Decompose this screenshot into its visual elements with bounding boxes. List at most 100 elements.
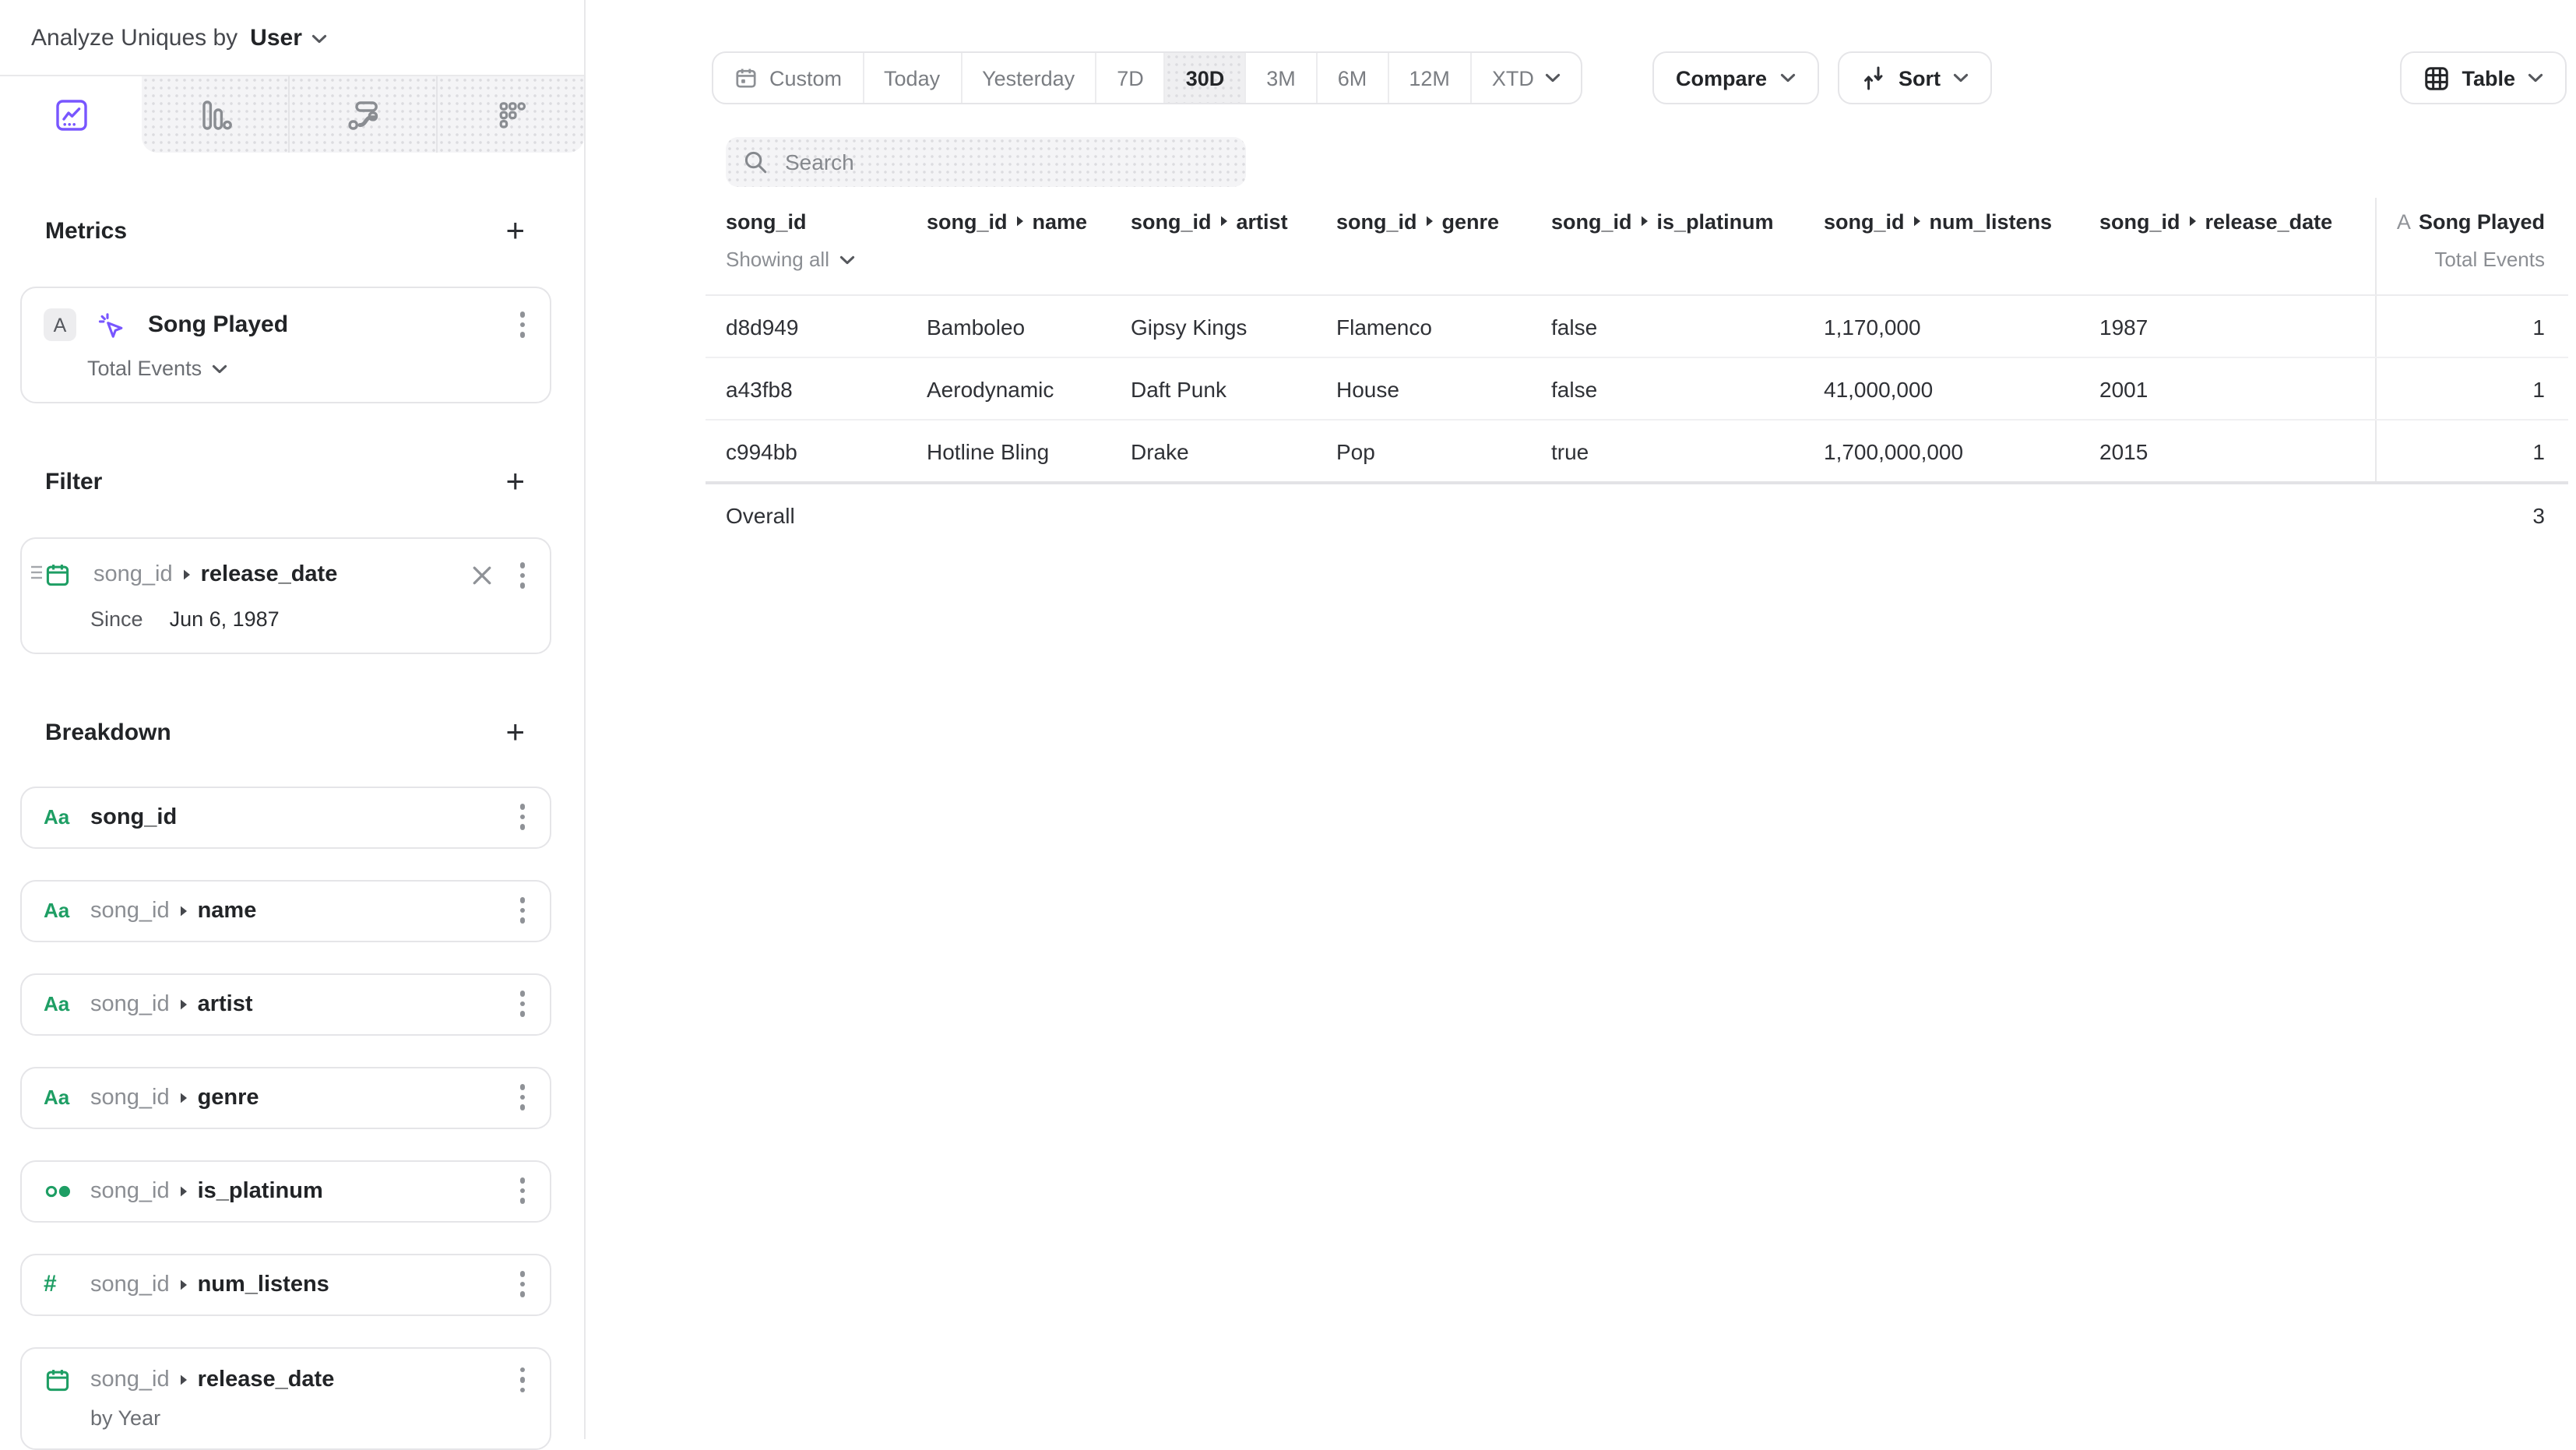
breakdown-item-name[interactable]: Aa song_id name xyxy=(20,879,551,941)
metric-aggregation-selector[interactable]: Total Events xyxy=(87,357,528,380)
cell-num-listens: 1,700,000,000 xyxy=(1824,438,2099,463)
text-property-icon: Aa xyxy=(44,992,78,1015)
column-header-genre[interactable]: song_id genre xyxy=(1336,198,1551,294)
breakdown-child-label: name xyxy=(198,898,257,923)
tab-metrics-view[interactable] xyxy=(436,76,584,153)
cell-is-platinum: false xyxy=(1551,314,1824,339)
column-header-label: song_id xyxy=(726,210,927,234)
cell-song-id: c994bb xyxy=(706,438,927,463)
breakdown-item-is-platinum[interactable]: song_id is_platinum xyxy=(20,1160,551,1222)
entity-selector[interactable]: User xyxy=(250,25,327,51)
filter-section-header: Filter + xyxy=(45,466,525,498)
filter-value-selector[interactable]: Jun 6, 1987 xyxy=(170,607,280,630)
column-header-metric[interactable]: ASong Played Total Events xyxy=(2375,198,2568,294)
breakdown-parent-label: song_id xyxy=(90,1367,170,1392)
compare-button[interactable]: Compare xyxy=(1652,51,1818,104)
metric-event-name[interactable]: Song Played xyxy=(148,311,288,338)
filter-card[interactable]: song_id release_date Since Jun 6, 1987 xyxy=(20,537,551,653)
breakdown-more-options-button[interactable] xyxy=(516,895,528,927)
view-selector-button[interactable]: Table xyxy=(2399,51,2567,104)
add-filter-button[interactable]: + xyxy=(505,466,525,498)
line-chart-icon xyxy=(54,97,88,132)
calendar-icon xyxy=(734,65,758,90)
tab-bar-chart[interactable] xyxy=(142,76,288,153)
add-breakdown-button[interactable]: + xyxy=(505,716,525,748)
breakdown-item-artist[interactable]: Aa song_id artist xyxy=(20,973,551,1035)
view-selector-label: Table xyxy=(2462,66,2515,90)
date-range-today[interactable]: Today xyxy=(862,53,960,103)
column-header-artist[interactable]: song_id artist xyxy=(1131,198,1336,294)
column-header-song-id[interactable]: song_id Showing all xyxy=(706,198,927,294)
tab-flow-chart[interactable] xyxy=(288,76,436,153)
drag-handle-icon[interactable] xyxy=(30,562,44,582)
breakdown-more-options-button[interactable] xyxy=(516,1082,528,1114)
compare-button-label: Compare xyxy=(1676,66,1767,90)
breakdown-property-label: song_id xyxy=(90,804,177,829)
arrow-right-icon xyxy=(179,904,188,917)
sort-button[interactable]: Sort xyxy=(1838,51,1992,104)
search-input[interactable] xyxy=(782,148,1229,176)
arrow-right-icon xyxy=(1219,215,1229,227)
breakdown-more-options-button[interactable] xyxy=(516,988,528,1020)
metrics-title: Metrics xyxy=(45,218,127,245)
remove-filter-button[interactable] xyxy=(468,562,494,589)
breakdown-more-options-button[interactable] xyxy=(516,1364,528,1395)
breakdown-parent-label: song_id xyxy=(90,1272,170,1297)
date-range-xtd[interactable]: XTD xyxy=(1470,53,1581,103)
table-row: d8d949 Bamboleo Gipsy Kings Flamenco fal… xyxy=(706,296,2568,357)
date-range-label: 12M xyxy=(1409,66,1450,90)
metrics-section-header: Metrics + xyxy=(45,215,525,248)
cell-artist: Drake xyxy=(1131,438,1336,463)
table-header-row: song_id Showing all song_id name song_id… xyxy=(706,198,2568,296)
breakdown-item-song-id[interactable]: Aa song_id xyxy=(20,786,551,848)
breakdown-more-options-button[interactable] xyxy=(516,801,528,833)
date-range-label: 3M xyxy=(1266,66,1296,90)
number-property-icon: # xyxy=(44,1271,78,1297)
metric-card[interactable]: A Song Played Total Events xyxy=(20,287,551,403)
breakdown-bucket-label[interactable]: by Year xyxy=(90,1406,528,1430)
showing-all-filter[interactable]: Showing all xyxy=(726,248,927,271)
date-range-label: 30D xyxy=(1186,66,1225,90)
breakdown-more-options-button[interactable] xyxy=(516,1269,528,1300)
column-header-name[interactable]: song_id name xyxy=(927,198,1131,294)
breakdown-more-options-button[interactable] xyxy=(516,1175,528,1207)
metric-column-label: Song Played xyxy=(2419,210,2545,234)
metric-more-options-button[interactable] xyxy=(516,309,528,341)
breakdown-item-release-date[interactable]: song_id release_date by Year xyxy=(20,1346,551,1450)
date-range-6m[interactable]: 6M xyxy=(1316,53,1388,103)
cell-name: Bamboleo xyxy=(927,314,1131,339)
chevron-down-icon xyxy=(1779,73,1795,83)
filter-operator-selector[interactable]: Since xyxy=(90,607,143,630)
cell-num-listens: 1,170,000 xyxy=(1824,314,2099,339)
query-builder-sidebar: Analyze Uniques by User xyxy=(0,0,586,1439)
breakdown-item-num-listens[interactable]: # song_id num_listens xyxy=(20,1253,551,1315)
column-header-release-date[interactable]: song_id release_date xyxy=(2099,198,2375,294)
table-overall-row: Overall 3 xyxy=(706,481,2568,545)
date-range-30d[interactable]: 30D xyxy=(1164,53,1245,103)
results-table: song_id Showing all song_id name song_id… xyxy=(706,198,2568,545)
date-range-custom[interactable]: Custom xyxy=(713,53,862,103)
arrow-right-icon xyxy=(182,569,192,582)
column-header-num-listens[interactable]: song_id num_listens xyxy=(1824,198,2099,294)
filter-more-options-button[interactable] xyxy=(516,559,528,591)
date-range-label: Custom xyxy=(769,66,842,90)
close-icon xyxy=(471,565,491,586)
breakdown-parent-label: song_id xyxy=(90,1178,170,1203)
analysis-type-label: Analyze Uniques by xyxy=(31,25,238,51)
column-header-is-platinum[interactable]: song_id is_platinum xyxy=(1551,198,1824,294)
chart-type-tabs xyxy=(0,75,584,153)
date-range-3m[interactable]: 3M xyxy=(1244,53,1316,103)
date-range-label: Yesterday xyxy=(982,66,1075,90)
breakdown-child-label: genre xyxy=(198,1085,259,1110)
date-property-icon xyxy=(44,561,78,590)
date-range-yesterday[interactable]: Yesterday xyxy=(960,53,1095,103)
table-row: c994bb Hotline Bling Drake Pop true 1,70… xyxy=(706,419,2568,481)
date-range-12m[interactable]: 12M xyxy=(1387,53,1470,103)
date-range-7d[interactable]: 7D xyxy=(1095,53,1164,103)
cell-metric-value: 1 xyxy=(2375,421,2568,481)
tab-line-chart[interactable] xyxy=(0,76,142,153)
breakdown-item-genre[interactable]: Aa song_id genre xyxy=(20,1066,551,1128)
sort-arrows-icon xyxy=(1861,65,1886,90)
add-metric-button[interactable]: + xyxy=(505,215,525,248)
insights-report: Analyze Uniques by User xyxy=(0,0,2576,1439)
